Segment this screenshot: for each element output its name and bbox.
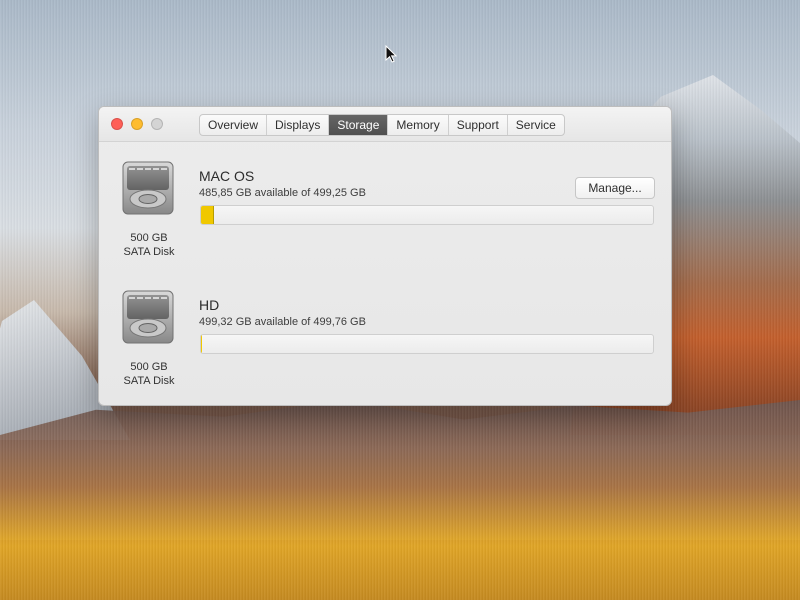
disk-type-label: SATA Disk [123, 246, 175, 258]
storage-row: 500 GB SATA Disk HD 499,32 GB available … [99, 289, 671, 404]
window-controls [111, 118, 163, 130]
disk-capacity-label: 500 GB [130, 361, 168, 373]
volume-availability: 499,32 GB available of 499,76 GB [199, 316, 366, 328]
about-tabs: Overview Displays Storage Memory Support… [199, 114, 565, 136]
mountain-ridge [0, 400, 800, 540]
tab-displays[interactable]: Displays [267, 115, 330, 135]
minimize-window-icon[interactable] [131, 118, 143, 130]
volume-name: HD [199, 297, 220, 313]
manage-button[interactable]: Manage... [575, 177, 655, 199]
storage-row: 500 GB SATA Disk MAC OS 485,85 GB availa… [99, 160, 671, 275]
window-titlebar: Overview Displays Storage Memory Support… [99, 107, 671, 142]
close-window-icon[interactable] [111, 118, 123, 130]
disk-capacity-label: 500 GB [130, 232, 168, 244]
hard-disk-icon [122, 161, 174, 215]
tab-support[interactable]: Support [449, 115, 508, 135]
storage-usage-fill [201, 206, 215, 224]
disk-type-label: SATA Disk [123, 375, 175, 387]
volume-availability: 485,85 GB available of 499,25 GB [199, 187, 366, 199]
storage-usage-bar [200, 205, 654, 225]
about-this-mac-window: Overview Displays Storage Memory Support… [98, 106, 672, 406]
tab-memory[interactable]: Memory [388, 115, 449, 135]
zoom-window-icon[interactable] [151, 118, 163, 130]
mouse-pointer-icon [385, 45, 397, 63]
tab-storage[interactable]: Storage [329, 115, 389, 135]
storage-usage-bar [200, 334, 654, 354]
tab-service[interactable]: Service [508, 115, 564, 135]
tab-overview[interactable]: Overview [200, 115, 268, 135]
volume-name: MAC OS [199, 168, 255, 184]
hard-disk-icon [122, 290, 174, 344]
storage-content: 500 GB SATA Disk MAC OS 485,85 GB availa… [99, 142, 671, 405]
